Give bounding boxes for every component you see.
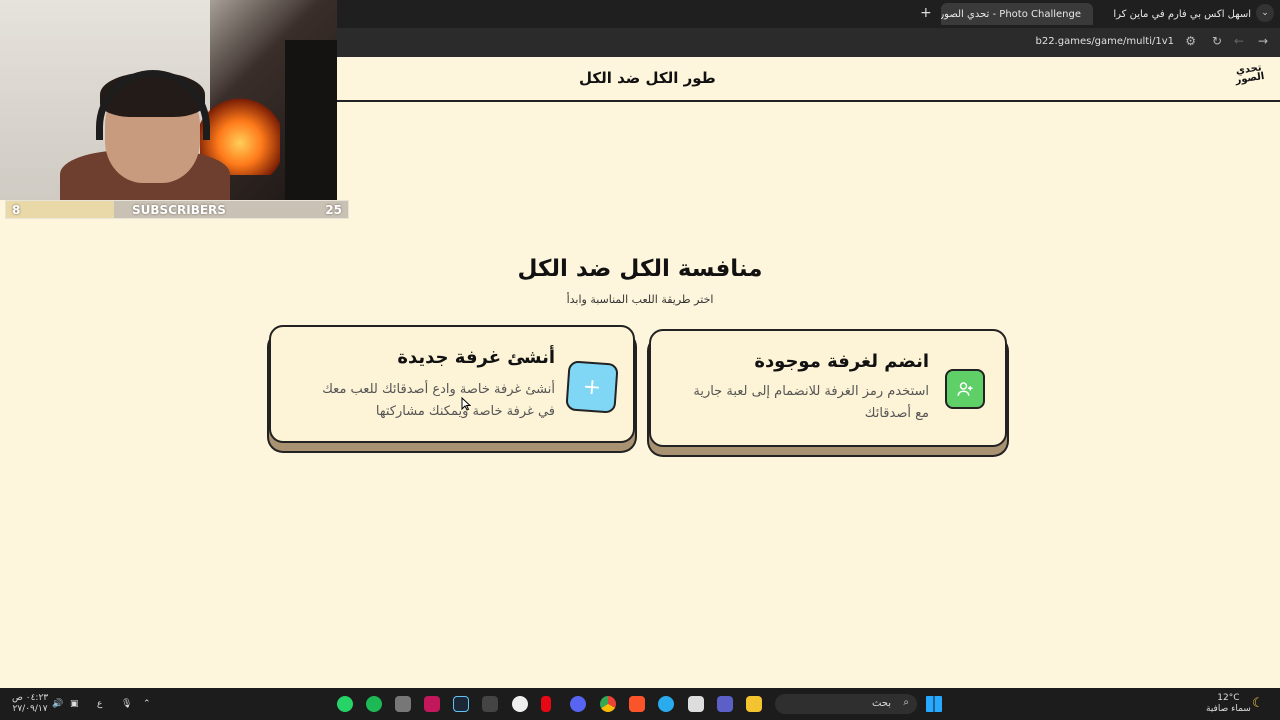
browser-tab-bar: اسهل اكس بي فارم في ماين كرافت ✕ Photo C… (337, 0, 1280, 28)
tray-expand-icon[interactable]: ⌃ (143, 699, 151, 709)
github-icon[interactable] (512, 696, 528, 712)
weather-widget[interactable]: 12°C سماء صافية (1206, 693, 1251, 715)
create-room-card[interactable]: أنشئ غرفة جديدة أنشئ غرفة خاصة وادع أصدق… (269, 325, 635, 443)
url-field[interactable]: b22.games/game/multi/1v1 (1035, 36, 1174, 47)
whatsapp-icon[interactable] (337, 696, 353, 712)
subscriber-progress-fill (6, 201, 114, 218)
language-indicator[interactable]: ع (97, 699, 102, 709)
tab-minecraft[interactable]: اسهل اكس بي فارم في ماين كرافت ✕ (1113, 3, 1263, 25)
adobe-icon[interactable] (424, 696, 440, 712)
microphone-icon[interactable]: 🎙 (121, 699, 132, 709)
tab-title: Photo Challenge - تحدي الصور (941, 8, 1081, 20)
join-room-title: انضم لغرفة موجودة (754, 351, 929, 372)
chrome-icon[interactable] (600, 696, 616, 712)
search-icon: ⌕ (903, 697, 909, 708)
steam-icon[interactable] (453, 696, 469, 712)
forward-icon[interactable]: → (1258, 34, 1268, 48)
search-placeholder: بحث (871, 698, 891, 709)
subscriber-goal-bar: 8 SUBSCRIBERS 25 (5, 200, 349, 219)
subscriber-goal: 25 (325, 203, 342, 217)
tab-title: اسهل اكس بي فارم في ماين كرافت (1113, 8, 1251, 20)
moon-icon: ☾ (1252, 696, 1264, 711)
main-subtitle: اختر طريقة اللعب المناسبة وابدأ (566, 293, 714, 306)
mouse-cursor-icon (461, 397, 471, 411)
webcam-shadow (285, 40, 337, 200)
teams-icon[interactable] (717, 696, 733, 712)
site-settings-icon[interactable]: ⚙ (1185, 34, 1196, 48)
netflix-icon[interactable] (541, 696, 551, 712)
subscriber-label: SUBSCRIBERS (132, 203, 226, 217)
webcam-overlay (0, 0, 337, 200)
page-title: طور الكل ضد الكل (579, 69, 716, 87)
weather-temp: 12°C (1217, 693, 1240, 703)
speaker-icon[interactable]: 🔊 (52, 699, 63, 709)
create-room-description: أنشئ غرفة خاصة وادع أصدقائك للعب معك في … (322, 382, 555, 419)
reload-icon[interactable]: ↻ (1212, 34, 1222, 48)
network-icon[interactable]: ▣ (70, 699, 79, 709)
taskbar-date: ٢٧/٠٩/١٧ (12, 704, 48, 714)
user-plus-icon (945, 369, 985, 409)
site-header: طور الكل ضد الكل تحدي الصور (337, 57, 1280, 102)
join-room-description: استخدم رمز الغرفة للانضمام إلى لعبة جاري… (693, 384, 929, 421)
plus-icon: + (565, 360, 619, 414)
terminal-icon[interactable] (482, 696, 498, 712)
tab-search-icon[interactable]: ⌄ (1256, 4, 1274, 22)
taskbar-clock[interactable]: ٠٤:٢٣ ص ٢٧/٠٩/١٧ (12, 693, 48, 715)
main-heading: منافسة الكل ضد الكل (517, 256, 763, 282)
file-explorer-icon[interactable] (746, 696, 762, 712)
store-icon[interactable] (688, 696, 704, 712)
join-room-card[interactable]: انضم لغرفة موجودة استخدم رمز الغرفة للان… (649, 329, 1007, 447)
address-bar: → ← ↻ ⚙ b22.games/game/multi/1v1 (337, 28, 1280, 57)
telegram-icon[interactable] (658, 696, 674, 712)
taskbar-search[interactable]: ⌕ بحث (775, 694, 917, 714)
back-icon[interactable]: ← (1234, 34, 1244, 48)
create-room-title: أنشئ غرفة جديدة (397, 347, 555, 368)
discord-icon[interactable] (570, 696, 586, 712)
spotify-icon[interactable] (366, 696, 382, 712)
taskbar-time: ٠٤:٢٣ ص (12, 693, 49, 703)
tab-photo-challenge[interactable]: Photo Challenge - تحدي الصور ✕ (941, 3, 1093, 25)
site-logo[interactable]: تحدي الصور (1230, 62, 1270, 96)
windows-start-icon[interactable] (926, 696, 942, 712)
new-tab-button[interactable]: + (920, 5, 932, 21)
brave-icon[interactable] (629, 696, 645, 712)
weather-desc: سماء صافية (1206, 704, 1251, 714)
subscriber-current: 8 (12, 203, 21, 217)
app-icon[interactable] (395, 696, 411, 712)
